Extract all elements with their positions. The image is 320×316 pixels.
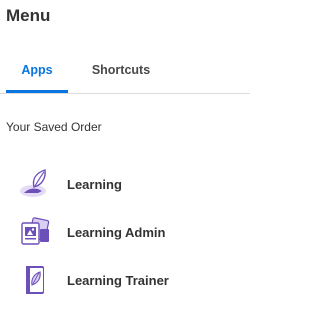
app-item-learning[interactable]: Learning xyxy=(0,160,250,208)
app-list: Learning Learning Admin Learning Trainer xyxy=(0,160,250,304)
tab-apps[interactable]: Apps xyxy=(6,52,68,93)
menu-title: Menu xyxy=(6,6,51,25)
saved-order-label: Your Saved Order xyxy=(6,120,102,134)
learning-trainer-icon xyxy=(26,266,44,294)
learning-icon xyxy=(20,169,46,197)
tab-bar: Apps Shortcuts xyxy=(0,52,250,94)
app-item-learning-trainer[interactable]: Learning Trainer xyxy=(0,256,250,304)
app-label-learning-admin: Learning Admin xyxy=(67,224,166,240)
app-label-learning-trainer: Learning Trainer xyxy=(67,272,169,288)
app-label-learning: Learning xyxy=(67,176,122,192)
tab-shortcuts[interactable]: Shortcuts xyxy=(82,52,160,92)
app-item-learning-admin[interactable]: Learning Admin xyxy=(0,208,250,256)
learning-admin-icon xyxy=(21,217,50,245)
